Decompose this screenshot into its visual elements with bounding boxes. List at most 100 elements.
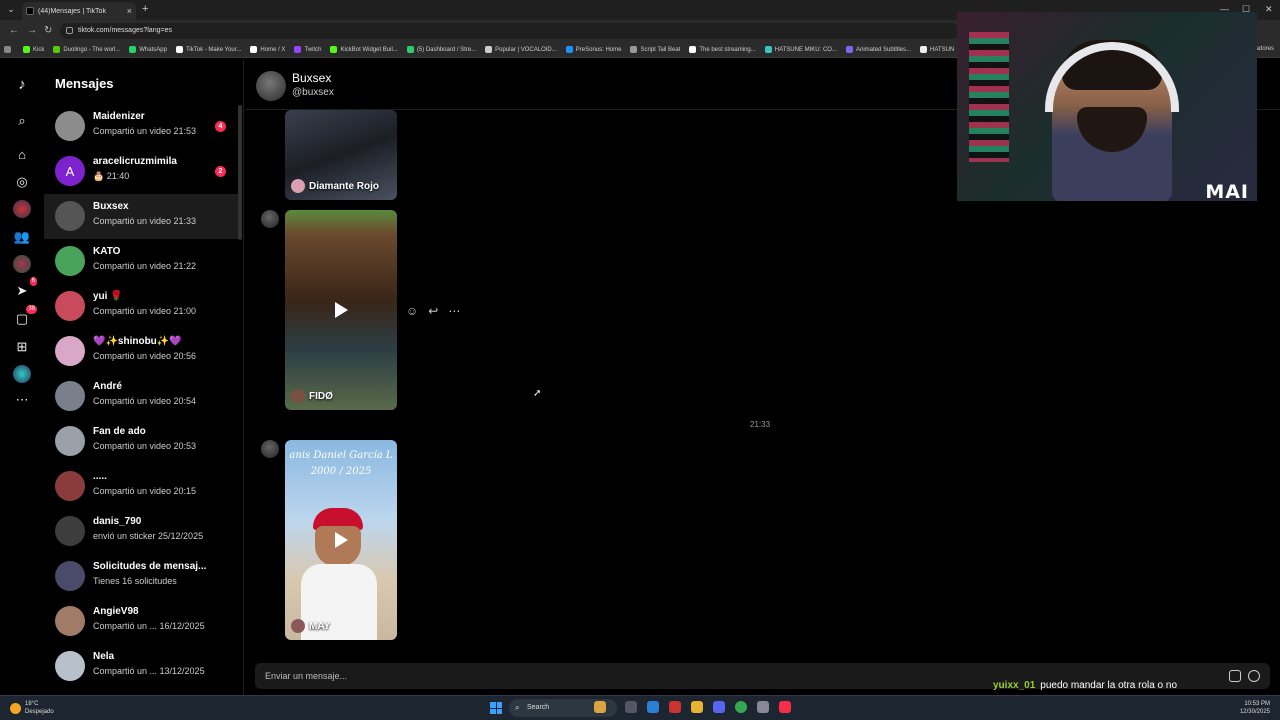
conversation-preview: envió un sticker 25/12/2025 [93, 531, 204, 541]
messages-icon[interactable]: ▢ 38 [13, 305, 37, 328]
tab-search-icon[interactable]: ⌄ [4, 4, 18, 16]
bookmark-favicon-icon [23, 46, 30, 53]
conversation-item[interactable]: danis_790 envió un sticker 25/12/2025 [44, 509, 240, 554]
weather-widget[interactable]: 18°C Despejado [10, 700, 54, 716]
profile-avatar-icon[interactable] [13, 200, 31, 218]
settings-icon[interactable] [757, 701, 769, 713]
bookmark-item[interactable]: HATSUNE MIKU: CO... [764, 46, 837, 53]
chat-user-handle[interactable]: @buxsex [292, 87, 334, 98]
account-avatar-icon[interactable] [13, 365, 31, 383]
reply-icon[interactable]: ↩ [428, 304, 438, 318]
explore-icon[interactable]: ◎ [13, 173, 31, 191]
conversation-name: Fan de ado [93, 426, 146, 437]
weather-desc: Despejado [25, 709, 54, 715]
conversation-item[interactable]: 💜✨shinobu✨💜 Compartió un video 20:56 [44, 329, 240, 374]
bookmark-item[interactable]: Popular | VOCALOID... [485, 46, 557, 53]
bookmark-item[interactable]: TikTok - Make Your... [175, 46, 242, 53]
emoji-icon[interactable] [1248, 670, 1260, 682]
site-info-icon[interactable] [66, 27, 73, 34]
edge-icon[interactable] [647, 701, 659, 713]
conversation-avatar [55, 561, 85, 591]
video-author-avatar [291, 619, 305, 633]
folder-icon[interactable] [691, 701, 703, 713]
apps-icon[interactable] [4, 46, 14, 53]
friends-icon[interactable]: 👥 [13, 228, 31, 246]
bookmark-item[interactable]: The best streaming... [689, 46, 756, 53]
bookmark-item[interactable]: HATSUN [920, 46, 954, 53]
video-author-name: Diamante Rojo [309, 180, 380, 192]
video-author-name: MAY [309, 620, 331, 632]
conversation-item[interactable]: KATO Compartió un video 21:22 [44, 239, 240, 284]
conversation-name: Buxsex [93, 201, 129, 212]
conversation-preview: Compartió un video 20:15 [93, 486, 197, 496]
conversation-scrollbar[interactable] [238, 105, 242, 240]
react-icon[interactable]: ☺ [406, 304, 418, 318]
taskbar-clock[interactable]: 10:53 PM 12/30/2025 [1240, 700, 1270, 716]
bookmark-item[interactable]: Animated Subtitles... [845, 46, 911, 53]
conversation-avatar [55, 516, 85, 546]
browser-tab-tiktok[interactable]: (44)Mensajes | TikTok × [22, 2, 136, 20]
conversation-item[interactable]: Fan de ado Compartió un video 20:53 [44, 419, 240, 464]
shared-video-card[interactable]: Diamante Rojo [285, 110, 397, 200]
upload-icon[interactable]: ⊞ [13, 338, 31, 356]
bookmark-favicon-icon [53, 46, 61, 53]
conversation-item[interactable]: Buxsex Compartió un video 21:33 [44, 194, 240, 239]
close-tab-icon[interactable]: × [127, 6, 132, 16]
conversation-item[interactable]: Maidenizer Compartió un video 21:53 4 [44, 104, 240, 149]
play-icon[interactable] [335, 302, 348, 318]
stream-logo: MAI [1205, 181, 1249, 201]
all-bookmarks-link[interactable]: adores [1256, 46, 1274, 52]
activity-icon[interactable]: ➤ 6 [13, 277, 37, 300]
conversation-name: yui 🌹 [93, 291, 123, 302]
chat-user-name[interactable]: Buxsex [292, 71, 331, 85]
shared-video-card[interactable]: FIDØ [285, 210, 397, 410]
back-icon[interactable]: ← [9, 25, 19, 36]
bookmark-item[interactable]: WhatsApp [129, 46, 167, 53]
close-window-icon[interactable]: ✕ [1265, 4, 1273, 15]
bookmark-item[interactable]: KickBot Widget Buil... [330, 46, 398, 53]
more-icon[interactable]: ⋯ [13, 391, 31, 409]
conversation-item[interactable]: Solicitudes de mensaj... Tienes 16 solici… [44, 554, 240, 599]
conversation-item[interactable]: Nela Compartió un ... 13/12/2025 [44, 644, 240, 689]
discord-icon[interactable] [713, 701, 725, 713]
windows-start-icon[interactable] [490, 702, 502, 714]
music-icon[interactable] [779, 701, 791, 713]
live-avatar-icon[interactable] [13, 255, 31, 273]
bookmark-item[interactable]: Script Tail Beat [630, 46, 680, 53]
bookmark-item[interactable]: Kick [23, 46, 44, 53]
conversation-item[interactable]: Aaracelicruzmimila 🎂 21:40 2 [44, 149, 240, 194]
conversation-item[interactable]: André Compartió un video 20:54 [44, 374, 240, 419]
bookmark-item[interactable]: Home / X [250, 46, 285, 53]
chat-user-avatar[interactable] [256, 71, 286, 101]
file-explorer-icon[interactable] [594, 701, 606, 713]
search-icon[interactable]: ⌕ [13, 112, 31, 130]
bookmark-item[interactable]: (5) Dashboard / Stre... [406, 46, 476, 53]
more-options-icon[interactable]: ⋯ [448, 304, 460, 318]
bookmark-label: HATSUNE MIKU: CO... [774, 46, 837, 53]
forward-icon[interactable]: → [27, 25, 37, 36]
reload-icon[interactable]: ↻ [44, 25, 52, 36]
sender-avatar[interactable] [261, 210, 279, 228]
task-view-icon[interactable] [625, 701, 637, 713]
conversation-item[interactable]: ..... Compartió un video 20:15 [44, 464, 240, 509]
conversation-item[interactable]: yui 🌹 Compartió un video 21:00 [44, 284, 240, 329]
bookmark-label: Duolingo - The worl... [63, 46, 121, 53]
shared-video-card[interactable]: anis Daniel García L 2000 / 2025 MAY [285, 440, 397, 640]
video-author-avatar [291, 389, 305, 403]
new-tab-icon[interactable]: + [142, 3, 148, 15]
bookmark-label: TikTok - Make Your... [185, 46, 242, 53]
home-icon[interactable]: ⌂ [13, 145, 31, 163]
bookmark-item[interactable]: Twitch [294, 46, 321, 53]
message-input[interactable] [265, 668, 965, 684]
bookmark-item[interactable]: PreSonus: Home [565, 46, 621, 53]
chrome-icon[interactable] [735, 701, 747, 713]
address-bar[interactable]: tiktok.com/messages?lang=es [60, 23, 960, 39]
bookmark-favicon-icon [250, 46, 258, 53]
sender-avatar[interactable] [261, 440, 279, 458]
tiktok-logo-icon[interactable]: ♪ [13, 75, 31, 93]
conversation-item[interactable]: AngieV98 Compartió un ... 16/12/2025 [44, 599, 240, 644]
bookmark-item[interactable]: Duolingo - The worl... [53, 46, 120, 53]
play-icon[interactable] [335, 532, 348, 548]
gif-icon[interactable] [1229, 670, 1241, 682]
app-icon[interactable] [669, 701, 681, 713]
